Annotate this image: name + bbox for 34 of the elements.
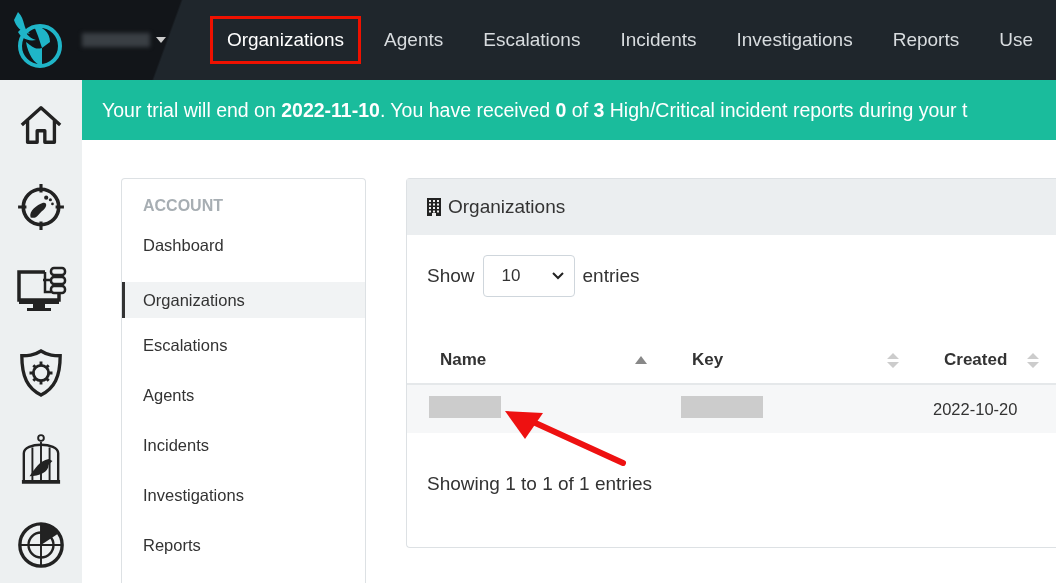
- column-header[interactable]: Name: [407, 350, 659, 370]
- menu-item[interactable]: Escalations: [122, 325, 365, 375]
- nav-link[interactable]: Use: [982, 16, 1050, 64]
- menu-item[interactable]: Incidents: [122, 425, 365, 475]
- nav-link[interactable]: Reports: [875, 16, 977, 64]
- menu-item[interactable]: Dashboard: [122, 225, 365, 275]
- nav-link[interactable]: Escalations: [466, 16, 598, 64]
- nav-link[interactable]: Investigations: [719, 16, 870, 64]
- redacted-cell: [429, 396, 501, 418]
- entries-label: entries: [582, 265, 640, 287]
- show-label: Show: [427, 265, 475, 287]
- trial-notice: Your trial will end on 2022-11-10. You have received 0 of 3 High/Critical incident reports during your t: [102, 98, 968, 122]
- nav-link[interactable]: Organizations: [209, 16, 362, 64]
- table-info: Showing 1 to 1 of 1 entries: [427, 473, 653, 495]
- nav-link[interactable]: Agents: [367, 16, 461, 64]
- column-header[interactable]: Key: [659, 350, 911, 370]
- monitor-icon[interactable]: [15, 266, 67, 314]
- nav-link[interactable]: Incidents: [603, 16, 714, 64]
- table-cell: 2022-10-20: [933, 399, 1018, 418]
- page-size-select[interactable]: 10: [482, 255, 575, 297]
- radar-icon[interactable]: [16, 520, 66, 570]
- menu-item[interactable]: Agents: [122, 375, 365, 425]
- menu-item[interactable]: Investigations: [122, 475, 365, 525]
- caret-icon[interactable]: [156, 37, 166, 43]
- birdcage-icon[interactable]: [20, 432, 62, 486]
- menu-heading: ACCOUNT: [142, 197, 224, 216]
- footprint-target-icon[interactable]: [16, 182, 66, 232]
- menu-item[interactable]: Reports: [122, 525, 365, 575]
- chevron-down-icon: [551, 272, 564, 280]
- shield-gear-icon[interactable]: [18, 348, 64, 398]
- building-icon: [427, 198, 441, 216]
- column-header[interactable]: Created: [911, 350, 1051, 370]
- card-title: Organizations: [448, 196, 566, 218]
- menu-item[interactable]: Organizations: [122, 282, 365, 318]
